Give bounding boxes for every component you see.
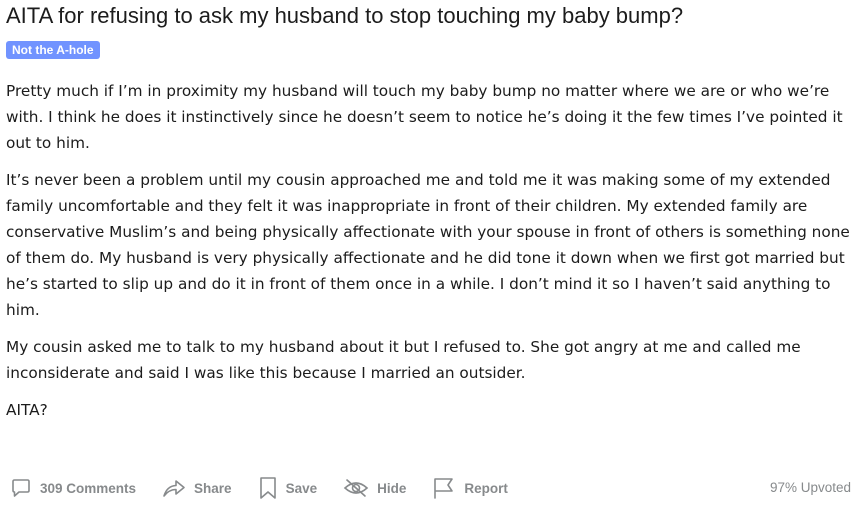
eye-slash-icon [343, 479, 369, 497]
share-button[interactable]: Share [162, 477, 232, 499]
comments-label: 309 Comments [40, 480, 137, 496]
bookmark-icon [259, 477, 276, 499]
post-body: Pretty much if I’m in proximity my husba… [6, 78, 851, 423]
upvote-ratio: 97% Upvoted [769, 480, 851, 495]
post-paragraph-2: It’s never been a problem until my cousi… [6, 171, 850, 319]
hide-button[interactable]: Hide [343, 478, 406, 498]
comments-button[interactable]: 309 Comments [10, 477, 136, 499]
report-label: Report [464, 480, 508, 496]
post-action-bar: 309 Comments Share Save Hide Report 97% … [10, 472, 851, 504]
share-icon [163, 480, 185, 497]
save-button[interactable]: Save [258, 476, 318, 500]
save-label: Save [285, 480, 318, 496]
post-paragraph-1: Pretty much if I’m in proximity my husba… [6, 82, 843, 152]
flag-icon [434, 478, 454, 499]
post-title[interactable]: AITA for refusing to ask my husband to s… [6, 1, 851, 31]
post-paragraph-3: My cousin asked me to talk to my husband… [6, 338, 801, 382]
post-paragraph-4: AITA? [6, 401, 48, 419]
report-button[interactable]: Report [432, 476, 508, 500]
post: AITA for refusing to ask my husband to s… [6, 0, 851, 434]
hide-label: Hide [377, 480, 407, 496]
comment-icon [12, 479, 30, 497]
share-label: Share [194, 480, 232, 496]
post-flair-badge[interactable]: Not the A-hole [6, 41, 100, 59]
